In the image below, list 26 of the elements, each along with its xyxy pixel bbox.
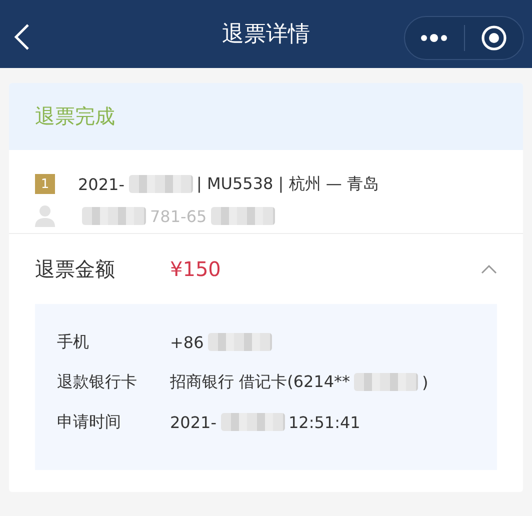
more-icon[interactable] [420,33,448,43]
detail-label: 退款银行卡 [57,372,138,392]
segment-badge: 1 [35,174,55,194]
refund-amount-label: 退票金额 [35,256,116,282]
passenger-id: 781-65 [150,206,207,226]
back-icon[interactable] [14,24,30,50]
refund-amount: ¥150 [170,257,222,281]
redacted-area [208,333,272,351]
detail-value: 12:51:41 [288,412,360,432]
detail-value: ) [422,372,428,392]
detail-value: 2021- [170,412,216,432]
redacted-area [220,413,284,431]
flight-info: | MU5538 | 杭州 — 青岛 [196,174,379,194]
detail-label: 手机 [57,332,90,352]
flight-info: 2021- [78,174,124,194]
page-title: 退票详情 [222,21,310,49]
detail-label: 申请时间 [57,412,122,432]
detail-value: 招商银行 借记卡(6214** [170,372,350,392]
detail-value: +86 [170,332,204,352]
redacted-area [210,207,275,225]
redacted-area [354,373,418,391]
redacted-area [128,175,192,193]
status-text: 退票完成 [35,103,115,130]
redacted-area [82,207,146,225]
person-icon [35,205,55,227]
chevron-icon[interactable] [481,264,497,274]
